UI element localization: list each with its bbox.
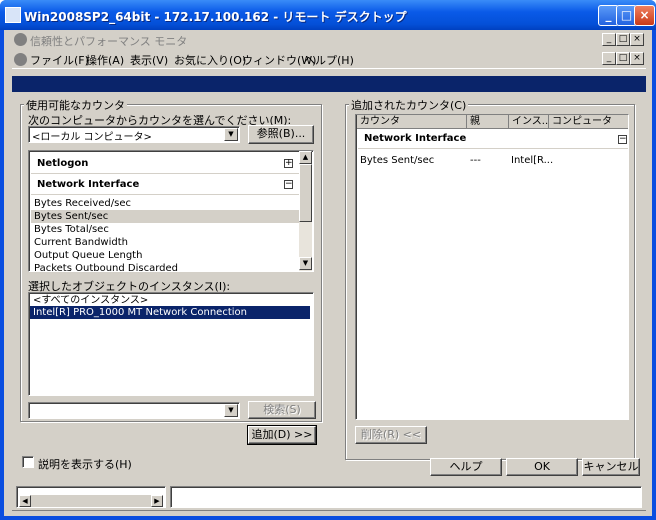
mmc-title-bar[interactable]: 信頼性とパフォーマンス モニタ _ □ × [12, 30, 646, 50]
counter-item-selected[interactable]: Bytes Sent/sec [31, 210, 299, 223]
add-button[interactable]: 追加(D) >> [247, 425, 317, 445]
counter-item[interactable]: Bytes Total/sec [31, 223, 299, 236]
menu-action[interactable]: 操作(A) [86, 52, 124, 68]
title-bar[interactable]: Win2008SP2_64bit - 172.17.100.162 - リモート… [0, 0, 656, 30]
scroll-up-icon[interactable]: ▲ [299, 151, 312, 164]
child-minimize-button[interactable]: _ [602, 52, 616, 65]
divider [31, 173, 299, 174]
mmc-title: 信頼性とパフォーマンス モニタ [30, 35, 188, 48]
chevron-down-icon[interactable]: ▼ [224, 404, 238, 417]
counter-item[interactable]: Current Bandwidth [31, 236, 299, 249]
document-icon [14, 53, 27, 66]
divider [358, 148, 628, 149]
computer-value: <ローカル コンピュータ> [32, 132, 152, 143]
remote-desktop-client: 信頼性とパフォーマンス モニタ _ □ × ファイル(F) 操作(A) 表示(V… [4, 30, 652, 516]
monitor-icon [14, 33, 27, 46]
remove-button[interactable]: 削除(R) << [355, 426, 427, 444]
counter-item[interactable]: Packets Outbound Discarded [31, 262, 299, 271]
computer-combo[interactable]: <ローカル コンピュータ> ▼ [28, 126, 240, 143]
counter-item[interactable]: Output Queue Length [31, 249, 299, 262]
toolbar [12, 68, 646, 76]
remote-desktop-window: Win2008SP2_64bit - 172.17.100.162 - リモート… [0, 0, 656, 520]
ok-button[interactable]: OK [506, 458, 578, 476]
added-category[interactable]: Network Interface [364, 133, 466, 144]
expand-netlogon-icon[interactable]: + [284, 159, 293, 168]
menu-view[interactable]: 表示(V) [130, 52, 168, 68]
child-restore-button[interactable]: □ [616, 52, 630, 65]
added-counters-list[interactable]: カウンタ 親 インス... コンピュータ Network Interface −… [355, 114, 629, 420]
counter-item[interactable]: Bytes Received/sec [31, 197, 299, 210]
menu-bar: ファイル(F) 操作(A) 表示(V) お気に入り(O) ウィンドウ(W) ヘル… [12, 50, 646, 68]
scroll-down-icon[interactable]: ▼ [299, 257, 312, 270]
menu-favorites[interactable]: お気に入り(O) [174, 52, 246, 68]
scroll-right-icon[interactable]: ▶ [151, 495, 163, 507]
column-header-computer[interactable]: コンピュータ [549, 115, 628, 129]
mmc-content-area: ◀ ▶ [12, 484, 646, 516]
column-header-counter[interactable]: カウンタ [357, 115, 467, 129]
counter-list[interactable]: Netlogon + Network Interface − Bytes Rec… [28, 150, 314, 272]
added-counter-instance: Intel[R... [511, 155, 554, 166]
mmc-restore-button[interactable]: □ [616, 33, 630, 46]
add-counters-dialog: 使用可能なカウンタ 次のコンピュータからカウンタを選んでください(M): <ロー… [12, 92, 646, 484]
window-title: Win2008SP2_64bit - 172.17.100.162 - リモート… [24, 10, 407, 24]
browse-button[interactable]: 参照(B)... [248, 125, 314, 144]
show-description-checkbox[interactable] [22, 456, 34, 468]
menu-help[interactable]: ヘルプ(H) [304, 52, 354, 68]
remote-desktop-icon [5, 7, 21, 23]
show-description-label: 説明を表示する(H) [38, 458, 132, 471]
mmc-minimize-button[interactable]: _ [602, 33, 616, 46]
counter-list-scrollbar[interactable]: ▲ ▼ [299, 151, 312, 271]
mmc-close-button[interactable]: × [630, 33, 644, 46]
scroll-thumb[interactable] [299, 164, 312, 222]
column-header-instance[interactable]: インス... [509, 115, 549, 129]
scroll-left-icon[interactable]: ◀ [19, 495, 31, 507]
available-counters-label: 使用可能なカウンタ [24, 97, 127, 113]
divider [31, 194, 299, 195]
cancel-button[interactable]: キャンセル [582, 458, 640, 476]
chevron-down-icon[interactable]: ▼ [224, 128, 238, 141]
added-counter-parent: --- [470, 155, 481, 166]
instance-item-selected[interactable]: Intel[R] PRO_1000 MT Network Connection [30, 306, 310, 319]
tree-hscrollbar[interactable]: ◀ ▶ [19, 495, 163, 507]
menu-file[interactable]: ファイル(F) [30, 52, 89, 68]
search-button[interactable]: 検索(S) [248, 401, 316, 419]
collapse-category-icon[interactable]: − [618, 135, 627, 144]
search-combo[interactable]: ▼ [28, 402, 240, 419]
category-network-interface[interactable]: Network Interface [31, 177, 299, 193]
result-pane[interactable] [170, 486, 642, 508]
help-button[interactable]: ヘルプ [430, 458, 502, 476]
child-close-button[interactable]: × [630, 52, 644, 65]
added-counters-label: 追加されたカウンタ(C) [349, 97, 469, 113]
column-header-parent[interactable]: 親 [467, 115, 509, 129]
status-bar [12, 510, 646, 516]
close-button[interactable]: × [634, 5, 655, 26]
category-netlogon[interactable]: Netlogon [31, 156, 299, 172]
instance-list[interactable]: <すべてのインスタンス> Intel[R] PRO_1000 MT Networ… [28, 292, 314, 396]
collapse-network-interface-icon[interactable]: − [284, 180, 293, 189]
dialog-title-bar[interactable] [12, 76, 646, 92]
tree-pane[interactable]: ◀ ▶ [16, 486, 166, 508]
added-counter-name[interactable]: Bytes Sent/sec [360, 155, 434, 166]
